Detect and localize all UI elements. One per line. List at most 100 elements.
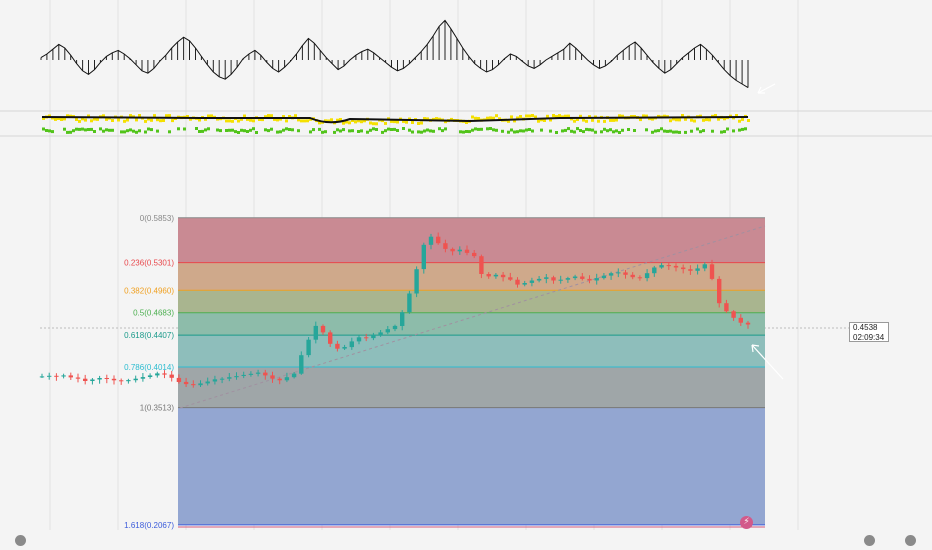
green-dot [75,127,78,131]
lightning-icon[interactable]: ⚡ [740,516,753,529]
green-dot [495,128,498,132]
candle-body-31 [263,372,268,376]
fib-zone-0.786 [178,335,765,367]
candle-body-7 [90,379,95,381]
yellow-dot [525,114,528,118]
candle-body-70 [544,277,549,279]
green-dot [198,130,201,133]
candle-body-85 [652,267,657,274]
yellow-dot [126,118,129,122]
yellow-dot [747,119,750,122]
green-dot [480,127,483,131]
candle-body-83 [637,277,643,279]
candle-body-72 [558,279,563,281]
green-dot [606,129,609,133]
green-dot [516,130,519,134]
yellow-dot [117,118,120,122]
green-dot [204,128,207,132]
candle-body-18 [169,374,174,378]
candle-body-16 [155,373,160,376]
green-dot [372,127,375,131]
candle-body-39 [320,325,326,333]
green-dot [240,128,243,132]
yellow-dot [375,122,378,126]
candle-body-74 [572,276,578,279]
green-dot [501,129,504,133]
green-dot [66,130,69,134]
yellow-dot [267,114,270,118]
candle-body-93 [709,264,715,279]
green-dot [63,127,66,131]
green-dot [561,129,564,133]
yellow-dot [615,118,618,122]
yellow-dot [138,114,141,117]
yellow-dot [153,114,156,118]
green-dot [219,129,222,133]
green-dot [618,131,621,134]
yellow-dot [678,118,681,122]
candle-body-78 [601,275,607,279]
candle-body-26 [227,377,232,379]
green-dot [81,127,84,131]
green-dot [111,128,114,132]
candle-body-30 [255,372,261,374]
yellow-dot [84,118,87,122]
green-dot [129,128,132,132]
yellow-dot [60,118,63,121]
yellow-dot [159,119,162,123]
green-dot [45,129,48,132]
yellow-dot [741,117,744,121]
candle-body-48 [385,329,390,333]
candle-body-49 [392,325,398,330]
green-dot [138,129,141,133]
green-dot [489,127,492,130]
green-dot [726,127,729,131]
green-dot [252,127,255,131]
green-dot [588,128,591,132]
green-dot [78,127,81,131]
fib-zone-0.618 [178,312,765,336]
green-dot [177,127,180,131]
green-dot [570,129,573,133]
green-dot [84,128,87,132]
green-dot [660,127,663,131]
yellow-dot [150,118,153,122]
candle-body-29 [248,373,254,375]
scroll-right-button[interactable] [864,535,875,546]
green-dot [462,130,465,134]
yellow-dot [294,114,297,118]
green-dot [612,130,615,134]
green-dot [324,130,327,134]
candle-body-46 [371,334,376,339]
yellow-dot [582,118,585,122]
green-dot [417,130,420,134]
green-dot [651,130,654,134]
yellow-dot [585,119,588,123]
green-dot [396,129,399,132]
green-dot [135,130,138,134]
candle-body-91 [695,268,700,271]
green-dot [123,130,126,134]
green-dot [699,130,702,134]
green-dot [384,129,387,133]
green-dot [393,127,396,131]
green-dot [528,128,531,131]
green-dot [510,128,513,132]
scroll-end-button[interactable] [905,535,916,546]
green-dot [90,127,93,131]
yellow-dot [411,121,414,124]
candle-body-27 [234,376,239,378]
green-dot [390,128,393,131]
candle-body-60 [472,252,477,257]
green-dot [420,130,423,134]
yellow-dot [558,114,561,118]
candle-body-77 [594,278,599,281]
green-dot [441,129,444,133]
green-dot [207,127,210,131]
green-dot [51,130,54,134]
candle-body-53 [421,244,426,270]
candle-body-12 [126,380,131,382]
fib-zone-0.5 [178,290,765,313]
candle-body-40 [328,332,333,344]
scroll-left-button[interactable] [15,535,26,546]
